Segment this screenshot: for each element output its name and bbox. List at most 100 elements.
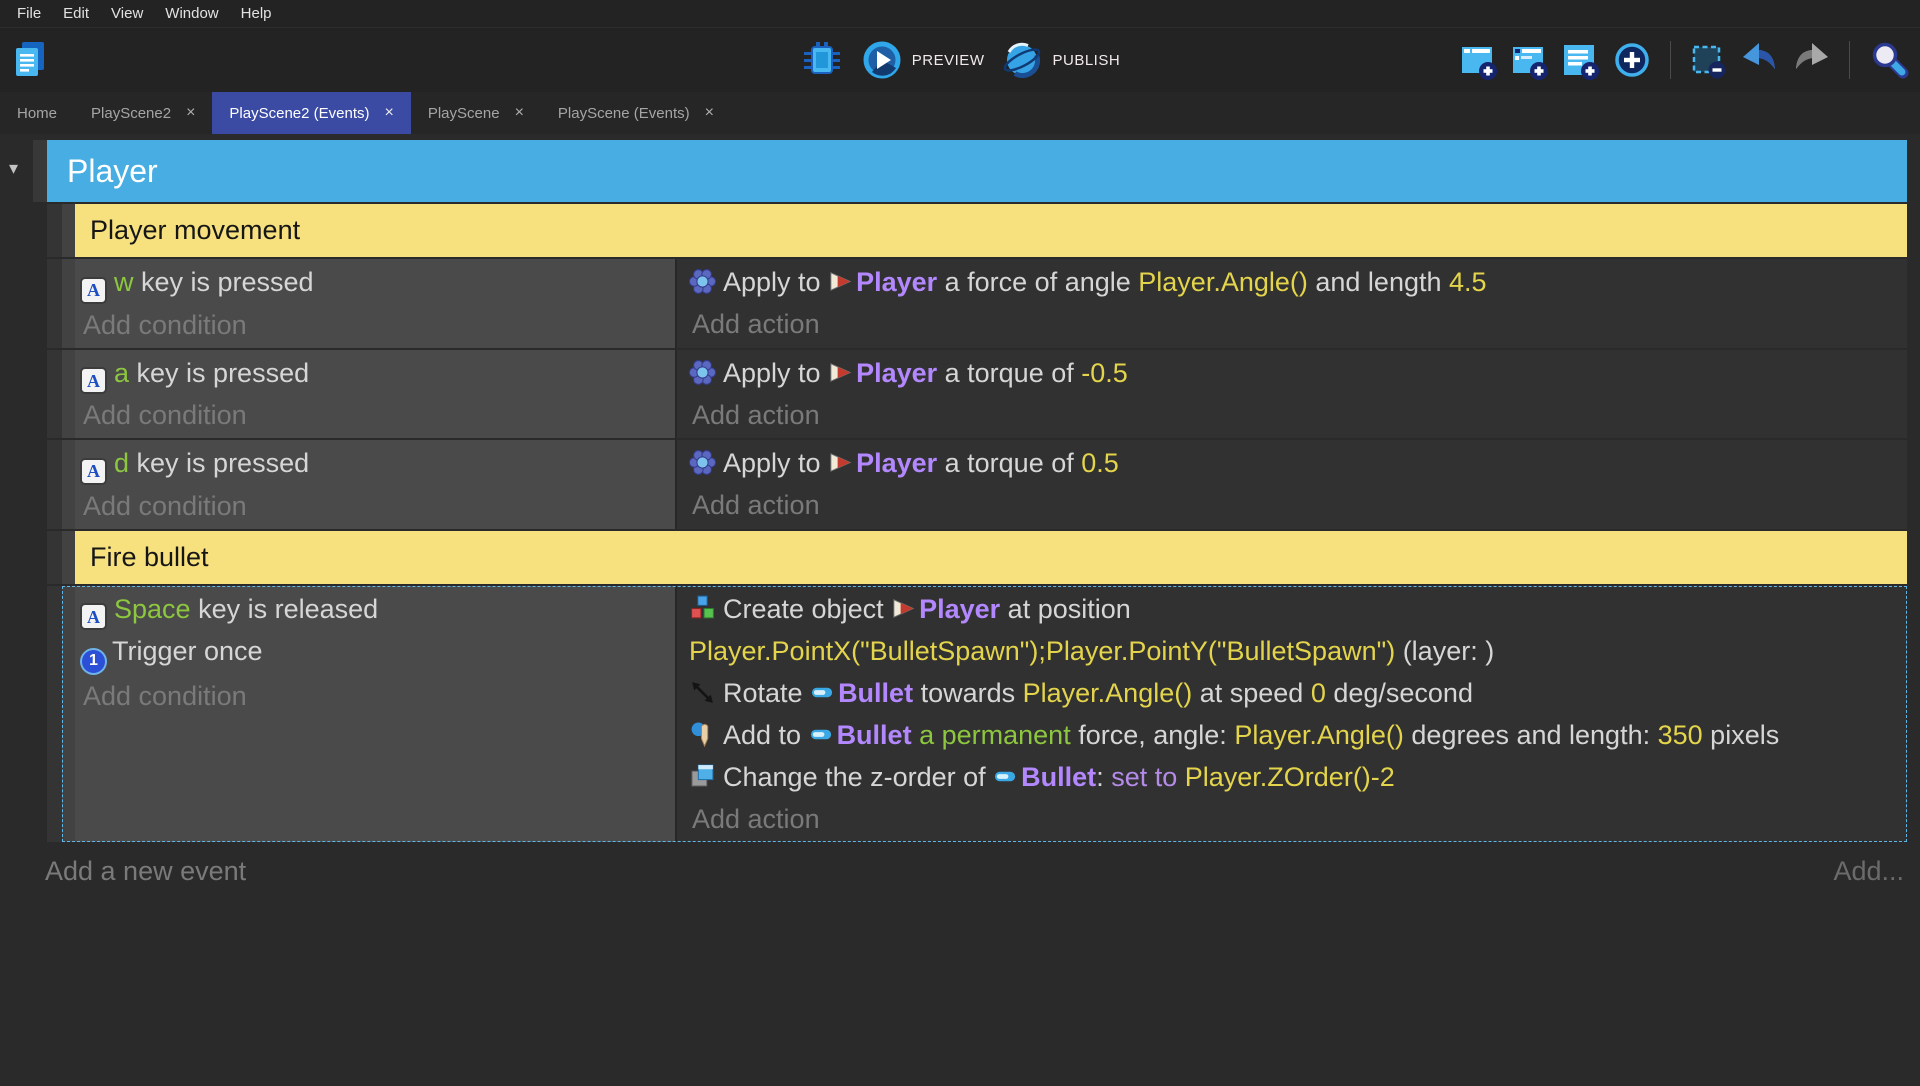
menu-item-file[interactable]: File <box>6 5 52 22</box>
condition[interactable]: Aw key is pressed <box>80 261 675 304</box>
menu-item-window[interactable]: Window <box>154 5 229 22</box>
actions-column[interactable]: Create object Player at position Player.P… <box>677 585 1907 842</box>
keyboard-icon: A <box>80 276 107 304</box>
add-action-link[interactable]: Add action <box>689 484 1907 526</box>
keyboard-icon: A <box>80 457 107 485</box>
group-spine <box>47 530 62 584</box>
player-object-icon <box>830 453 852 472</box>
action[interactable]: Apply to Player a torque of -0.5 <box>688 352 1907 394</box>
tab-playscene[interactable]: PlayScene × <box>411 92 541 134</box>
group-spine <box>47 585 62 842</box>
group-title[interactable]: Player <box>47 140 1907 202</box>
event-drag-handle[interactable] <box>62 204 75 257</box>
conditions-column[interactable]: Aa key is pressed Add condition <box>75 349 677 438</box>
event-drag-handle[interactable] <box>62 585 75 842</box>
keyboard-icon: A <box>80 367 107 394</box>
player-object-icon <box>830 362 852 382</box>
actions-column[interactable]: Apply to Player a force of angle Player.… <box>677 259 1907 348</box>
tab-playscene2[interactable]: PlayScene2 × <box>74 92 212 134</box>
action[interactable]: Add to Bullet a permanent force, angle: … <box>689 714 1907 756</box>
action[interactable]: Apply to Player a force of angle Player.… <box>688 261 1907 303</box>
condition[interactable]: Aa key is pressed <box>80 352 675 394</box>
physics-engine-icon <box>688 450 717 475</box>
bullet-object-icon <box>810 729 831 739</box>
add-more-link[interactable]: Add... <box>1833 856 1904 887</box>
add-condition-link[interactable]: Add condition <box>80 675 675 717</box>
condition[interactable]: Ad key is pressed <box>80 442 675 485</box>
comment-text[interactable]: Player movement <box>75 204 1907 257</box>
tab-home[interactable]: Home <box>0 92 74 134</box>
debug-icon[interactable] <box>800 38 844 82</box>
physics-engine-icon <box>688 359 717 385</box>
preview-label: PREVIEW <box>911 51 985 69</box>
tab-close-icon[interactable]: × <box>705 104 714 122</box>
add-action-link[interactable]: Add action <box>689 303 1907 345</box>
group-spine <box>47 204 62 257</box>
tab-close-icon[interactable]: × <box>186 104 195 122</box>
comment-text[interactable]: Fire bullet <box>75 530 1907 584</box>
tab-label: PlayScene <box>427 104 500 122</box>
condition[interactable]: A Space key is released <box>80 588 675 630</box>
add-force-icon <box>691 722 709 747</box>
tab-label: PlayScene2 (Events) <box>229 104 370 122</box>
add-action-link[interactable]: Add action <box>689 394 1907 436</box>
add-new-event-link[interactable]: Add a new event <box>45 856 246 887</box>
add-condition-link[interactable]: Add condition <box>80 394 675 436</box>
add-condition-link[interactable]: Add condition <box>80 304 675 346</box>
z-order-icon <box>691 764 714 786</box>
tab-label: PlayScene (Events) <box>557 104 690 122</box>
event-rows: Player movement Aw key is pressed Add con… <box>47 204 1907 842</box>
comment-event: Fire bullet <box>47 530 1907 584</box>
bullet-object-icon <box>811 687 833 697</box>
event-row: Aa key is pressed Add condition Apply to … <box>47 349 1907 438</box>
event-drag-handle[interactable] <box>62 349 75 438</box>
add-comment-icon[interactable] <box>1559 38 1603 82</box>
menu-item-edit[interactable]: Edit <box>52 5 100 22</box>
sheet-footer: Add a new event Add... <box>45 856 1904 887</box>
event-drag-handle[interactable] <box>62 259 75 348</box>
action[interactable]: Create object Player at position <box>689 588 1907 630</box>
tab-playscene-events[interactable]: PlayScene (Events) × <box>541 92 731 134</box>
tab-playscene2-events[interactable]: PlayScene2 (Events) × <box>212 92 411 134</box>
toolbar: PREVIEW PUBLISH <box>0 28 1920 92</box>
player-object-icon <box>893 598 915 618</box>
add-subevent-icon[interactable] <box>1508 38 1552 82</box>
event-sheet: ▾ Player Player movement Aw key is press… <box>0 134 1920 1086</box>
add-action-link[interactable]: Add action <box>689 798 1907 840</box>
add-other-event-icon[interactable] <box>1610 38 1654 82</box>
tab-close-icon[interactable]: × <box>515 104 524 122</box>
event-row: Aw key is pressed Add condition Apply to … <box>47 259 1907 348</box>
add-event-icon[interactable] <box>1457 38 1501 82</box>
rotate-icon <box>692 681 713 703</box>
group-spine <box>47 259 62 348</box>
search-icon[interactable] <box>1866 38 1910 82</box>
event-drag-handle[interactable] <box>62 440 75 529</box>
condition[interactable]: 1 Trigger once <box>80 630 675 675</box>
project-manager-icon[interactable] <box>8 38 52 82</box>
conditions-column[interactable]: A Space key is released 1 Trigger once Add c… <box>75 585 677 842</box>
group-drag-handle[interactable] <box>33 140 47 202</box>
add-condition-link[interactable]: Add condition <box>80 485 675 527</box>
keyboard-icon: A <box>80 603 107 630</box>
action[interactable]: Player.PointX("BulletSpawn");Player.Poin… <box>689 630 1907 672</box>
collapse-group-caret[interactable]: ▾ <box>9 158 18 179</box>
conditions-column[interactable]: Aw key is pressed Add condition <box>75 259 677 348</box>
events-group-header[interactable]: Player <box>33 140 1907 202</box>
redo-icon[interactable] <box>1789 38 1833 82</box>
undo-icon[interactable] <box>1738 38 1782 82</box>
action[interactable]: Rotate Bullet towards Player.Angle() at … <box>689 672 1907 714</box>
preview-button[interactable]: PREVIEW <box>860 38 985 82</box>
delete-selection-icon[interactable] <box>1687 38 1731 82</box>
event-row: A Space key is released 1 Trigger once Add c… <box>47 585 1907 842</box>
conditions-column[interactable]: Ad key is pressed Add condition <box>75 440 677 529</box>
publish-button[interactable]: PUBLISH <box>1000 38 1120 82</box>
menu-item-view[interactable]: View <box>100 5 154 22</box>
action[interactable]: Change the z-order of Bullet: set to Pla… <box>689 756 1907 798</box>
event-drag-handle[interactable] <box>62 530 75 584</box>
tab-close-icon[interactable]: × <box>385 104 394 122</box>
actions-column[interactable]: Apply to Player a torque of -0.5 Add acti… <box>677 349 1907 438</box>
action[interactable]: Apply to Player a torque of 0.5 <box>688 442 1907 484</box>
actions-column[interactable]: Apply to Player a torque of 0.5 Add actio… <box>677 440 1907 529</box>
menu-item-help[interactable]: Help <box>230 5 283 22</box>
physics-engine-icon <box>688 269 717 294</box>
